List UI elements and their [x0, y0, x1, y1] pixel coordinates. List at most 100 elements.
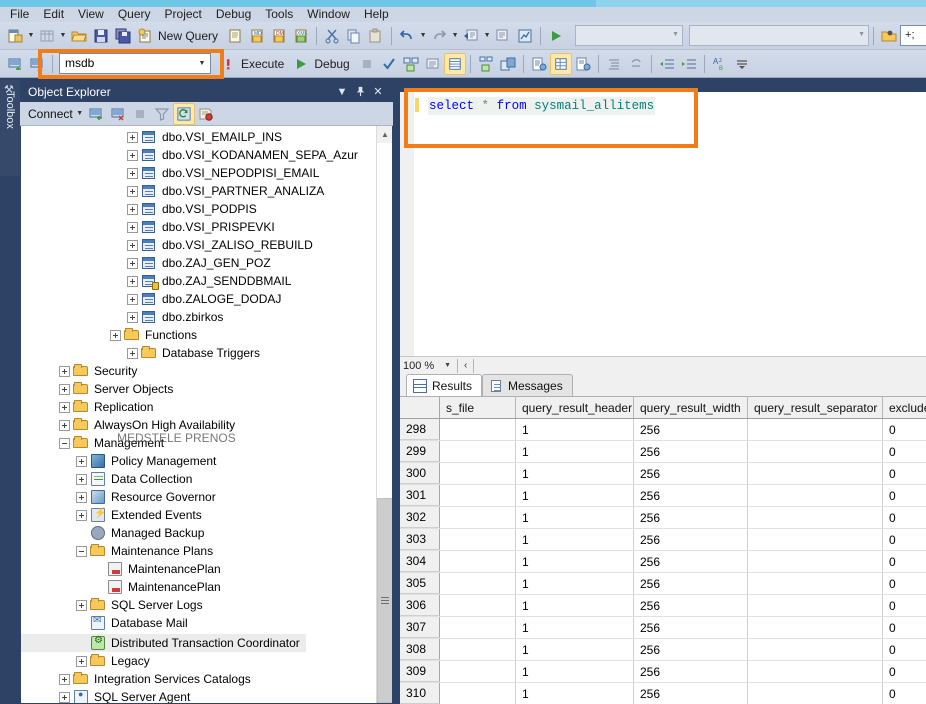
- table-cell[interactable]: [440, 551, 516, 572]
- table-row[interactable]: 30912560: [400, 661, 926, 683]
- tree-expand-icon[interactable]: [59, 366, 70, 377]
- debug-label[interactable]: Debug: [312, 53, 355, 75]
- table-cell[interactable]: [748, 485, 883, 506]
- stop-icon[interactable]: [129, 103, 151, 125]
- tree-item[interactable]: Managed Backup: [21, 524, 392, 542]
- table-cell[interactable]: [440, 595, 516, 616]
- table-row[interactable]: 29912560: [400, 441, 926, 463]
- editor-splitter-left-icon[interactable]: ‹: [460, 360, 471, 371]
- toolbar-combo-1[interactable]: ▼: [575, 25, 683, 46]
- table-cell[interactable]: [440, 419, 516, 440]
- tree-item[interactable]: Policy Management: [21, 452, 392, 470]
- scrollbar-thumb[interactable]: [377, 498, 392, 703]
- results-to-file-icon[interactable]: [572, 53, 594, 75]
- oe-close-icon[interactable]: ✕: [369, 83, 387, 100]
- tree-expand-icon[interactable]: [127, 258, 138, 269]
- table-cell[interactable]: 0: [883, 441, 926, 462]
- new-item-icon[interactable]: [36, 25, 58, 47]
- table-cell[interactable]: 0: [883, 683, 926, 704]
- oe-autohide-pin-icon[interactable]: [351, 83, 369, 100]
- table-row[interactable]: 30512560: [400, 573, 926, 595]
- copy-icon[interactable]: [343, 25, 365, 47]
- connect-icon[interactable]: [4, 53, 26, 75]
- menu-item-project[interactable]: Project: [158, 7, 209, 22]
- table-row[interactable]: 30812560: [400, 639, 926, 661]
- row-number-cell[interactable]: 300: [400, 463, 440, 484]
- menu-item-file[interactable]: File: [3, 7, 36, 22]
- table-cell[interactable]: [748, 551, 883, 572]
- table-row[interactable]: 30712560: [400, 617, 926, 639]
- run-icon[interactable]: [545, 25, 567, 47]
- table-cell[interactable]: 256: [634, 573, 748, 594]
- tree-item[interactable]: Maintenance Plans: [21, 542, 392, 560]
- tree-item[interactable]: Server Objects: [21, 380, 392, 398]
- tree-expand-icon[interactable]: [127, 276, 138, 287]
- tree-item[interactable]: Legacy: [21, 652, 392, 670]
- table-cell[interactable]: 256: [634, 485, 748, 506]
- table-cell[interactable]: [440, 441, 516, 462]
- save-all-icon[interactable]: [112, 25, 134, 47]
- available-databases-dropdown[interactable]: msdb ▼: [59, 53, 211, 74]
- tree-expand-icon[interactable]: [127, 348, 138, 359]
- tree-expand-icon[interactable]: [59, 420, 70, 431]
- oe-window-dropdown-icon[interactable]: ▼: [333, 83, 351, 100]
- new-analysis-services-mdx-query-icon[interactable]: MD: [246, 25, 268, 47]
- execute-label[interactable]: Execute: [239, 53, 290, 75]
- tree-item[interactable]: AlwaysOn High Availability: [21, 416, 392, 434]
- tree-expand-icon[interactable]: [76, 510, 87, 521]
- table-cell[interactable]: 256: [634, 419, 748, 440]
- filter-icon[interactable]: [151, 103, 173, 125]
- tree-item[interactable]: Database Triggers: [21, 344, 392, 362]
- row-number-cell[interactable]: 302: [400, 507, 440, 528]
- table-cell[interactable]: 256: [634, 507, 748, 528]
- table-cell[interactable]: [748, 617, 883, 638]
- sql-query-editor[interactable]: select * from sysmail_allitems: [400, 92, 926, 356]
- tree-expand-icon[interactable]: [59, 384, 70, 395]
- tree-item[interactable]: SQL Server Logs: [21, 596, 392, 614]
- show-diagram-pane-icon[interactable]: [514, 25, 536, 47]
- new-query-label[interactable]: New Query: [156, 25, 224, 47]
- sql-code-line[interactable]: select * from sysmail_allitems: [428, 97, 655, 115]
- table-cell[interactable]: [748, 507, 883, 528]
- tree-expand-icon[interactable]: [59, 674, 70, 685]
- table-cell[interactable]: 256: [634, 617, 748, 638]
- table-cell[interactable]: 1: [516, 419, 634, 440]
- sqlcmd-mode-icon[interactable]: [217, 53, 239, 75]
- table-cell[interactable]: [440, 683, 516, 704]
- toolbar-overflow-icon[interactable]: [731, 53, 753, 75]
- redo-icon[interactable]: [428, 25, 450, 47]
- tag-field[interactable]: +;: [900, 25, 926, 46]
- table-cell[interactable]: [748, 529, 883, 550]
- tree-collapse-icon[interactable]: [59, 438, 70, 449]
- navigate-backward-dropdown-icon[interactable]: ▼: [482, 25, 492, 47]
- new-project-dropdown-icon[interactable]: ▼: [26, 25, 36, 47]
- grid-column-header[interactable]: query_result_header: [516, 397, 634, 418]
- object-explorer-scrollbar[interactable]: ▲: [376, 126, 392, 703]
- tree-item[interactable]: Replication: [21, 398, 392, 416]
- new-analysis-services-xmla-query-icon[interactable]: XML: [290, 25, 312, 47]
- grid-column-header[interactable]: exclude_query_ou: [883, 397, 926, 418]
- table-row[interactable]: 30112560: [400, 485, 926, 507]
- menu-item-window[interactable]: Window: [300, 7, 357, 22]
- table-cell[interactable]: 0: [883, 529, 926, 550]
- tree-expand-icon[interactable]: [76, 456, 87, 467]
- table-cell[interactable]: 1: [516, 507, 634, 528]
- menu-item-query[interactable]: Query: [111, 7, 158, 22]
- table-row[interactable]: 30312560: [400, 529, 926, 551]
- change-connection-icon[interactable]: [26, 53, 48, 75]
- connect-object-explorer-icon[interactable]: [85, 103, 107, 125]
- results-to-grid-icon[interactable]: [550, 53, 572, 75]
- table-cell[interactable]: [440, 507, 516, 528]
- scroll-up-arrow-icon[interactable]: ▲: [377, 126, 392, 143]
- grid-column-header[interactable]: s_file: [440, 397, 516, 418]
- redo-dropdown-icon[interactable]: ▼: [450, 25, 460, 47]
- table-cell[interactable]: [748, 639, 883, 660]
- table-cell[interactable]: 1: [516, 485, 634, 506]
- table-cell[interactable]: 0: [883, 573, 926, 594]
- table-cell[interactable]: 0: [883, 661, 926, 682]
- results-to-text-icon[interactable]: [528, 53, 550, 75]
- tab-messages[interactable]: Messages: [482, 374, 573, 396]
- tree-expand-icon[interactable]: [127, 204, 138, 215]
- connect-label[interactable]: Connect: [24, 103, 75, 125]
- parse-check-icon[interactable]: [378, 53, 400, 75]
